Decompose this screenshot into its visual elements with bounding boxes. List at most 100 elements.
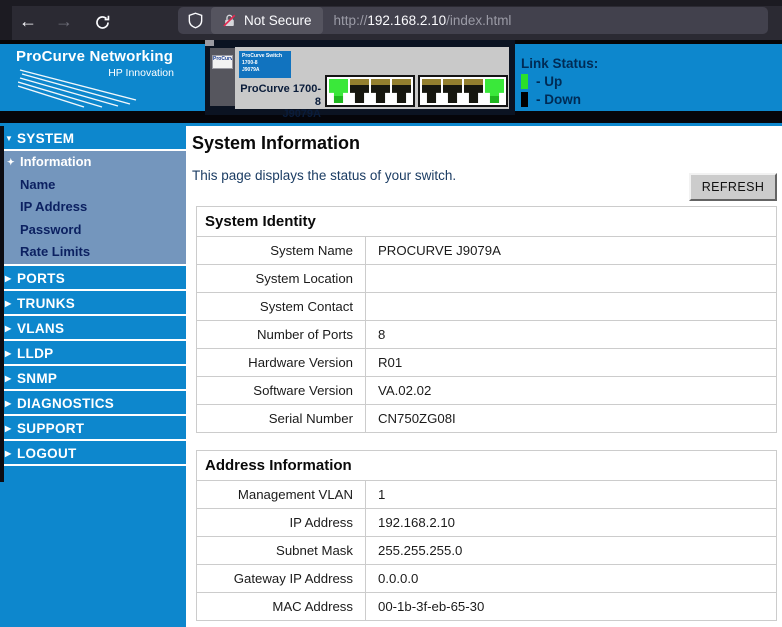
legend-label: - Up	[536, 74, 562, 89]
switch-port-8-up	[485, 79, 504, 103]
sidebar-left-black-edge	[0, 126, 4, 482]
url-scheme: http://	[334, 13, 368, 28]
row-value: CN750ZG08I	[366, 405, 777, 433]
chevron-down-icon: ▼	[5, 126, 13, 151]
switch-port-6-down	[443, 79, 462, 103]
sidebar-item-label: LLDP	[17, 346, 53, 361]
row-value: 255.255.255.0	[366, 537, 777, 565]
switch-port-3-down	[371, 79, 390, 103]
reload-button[interactable]	[88, 9, 116, 35]
sidebar-item-diagnostics[interactable]: ▶DIAGNOSTICS	[0, 391, 186, 416]
forward-button[interactable]: →	[50, 9, 78, 35]
switch-left-panel: ProCurve	[210, 48, 235, 106]
switch-port-5-down	[422, 79, 441, 103]
procurve-banner: ProCurve Networking HP Innovation ProCur…	[0, 44, 782, 111]
sidebar-item-logout[interactable]: ▶LOGOUT	[0, 441, 186, 466]
row-label: Subnet Mask	[197, 537, 366, 565]
sidebar-item-system[interactable]: ▼ SYSTEM	[0, 126, 186, 151]
table-address-information: Address InformationManagement VLAN1IP Ad…	[196, 450, 777, 621]
reload-icon	[94, 14, 111, 31]
switch-model-line1: ProCurve 1700-8	[235, 83, 321, 108]
table-row: MAC Address00-1b-3f-eb-65-30	[197, 593, 777, 621]
submenu-item-rate-limits[interactable]: Rate Limits	[0, 241, 186, 264]
sidebar-item-label: SYSTEM	[17, 131, 74, 146]
port-group-1	[325, 75, 415, 107]
row-label: System Contact	[197, 293, 366, 321]
submenu-item-password[interactable]: Password	[0, 219, 186, 242]
switch-model-line2: J9079A	[235, 108, 321, 121]
switch-port-2-down	[350, 79, 369, 103]
sidebar-item-snmp[interactable]: ▶SNMP	[0, 366, 186, 391]
sidebar-item-label: DIAGNOSTICS	[17, 396, 114, 411]
row-value: 00-1b-3f-eb-65-30	[366, 593, 777, 621]
sidebar-item-trunks[interactable]: ▶ TRUNKS	[0, 291, 186, 316]
page-description: This page displays the status of your sw…	[192, 168, 456, 183]
table-section-title: Address Information	[197, 451, 777, 481]
legend-label: - Down	[536, 92, 581, 107]
frame-notch	[205, 40, 214, 46]
submenu-item-label: Password	[20, 222, 81, 237]
chevron-right-icon: ▶	[5, 416, 11, 441]
back-button[interactable]: ←	[14, 9, 42, 35]
table-row: System Contact	[197, 293, 777, 321]
legend-row--down: - Down	[521, 91, 598, 107]
address-bar[interactable]: Not Secure http://192.168.2.10/index.htm…	[178, 7, 768, 34]
row-value: PROCURVE J9079A	[366, 237, 777, 265]
sidebar: ▼ SYSTEM✦ Information Name IP Address Passwor…	[0, 126, 186, 627]
sidebar-item-vlans[interactable]: ▶VLANS	[0, 316, 186, 341]
table-row: System NamePROCURVE J9079A	[197, 237, 777, 265]
page-title: System Information	[192, 133, 360, 154]
switch-label-line: J9079A	[242, 67, 288, 74]
row-value	[366, 265, 777, 293]
submenu-item-label: Name	[20, 177, 55, 192]
active-item-bullet-icon: ✦	[7, 151, 15, 174]
main-content: System Information This page displays th…	[190, 126, 782, 627]
security-chip-label: Not Secure	[244, 13, 312, 28]
table-system-identity: System IdentitySystem NamePROCURVE J9079…	[196, 206, 777, 433]
table-row: IP Address192.168.2.10	[197, 509, 777, 537]
sidebar-item-label: SUPPORT	[17, 421, 84, 436]
switch-label-line: 1700-8	[242, 60, 288, 67]
sidebar-item-ports[interactable]: ▶ PORTS	[0, 266, 186, 291]
switch-graphic: ProCurve ProCurve Switch1700-8J9079A Pro…	[205, 40, 515, 115]
sidebar-item-lldp[interactable]: ▶ LLDP	[0, 341, 186, 366]
sidebar-item-label: TRUNKS	[17, 296, 75, 311]
url-path: /index.html	[446, 13, 511, 28]
shield-icon[interactable]	[187, 12, 204, 29]
sidebar-item-support[interactable]: ▶ SUPPORT	[0, 416, 186, 441]
refresh-button[interactable]: REFRESH	[689, 173, 777, 201]
sidebar-item-label: VLANS	[17, 321, 64, 336]
submenu-item-name[interactable]: Name	[0, 174, 186, 197]
table-row: Management VLAN1	[197, 481, 777, 509]
chevron-right-icon: ▶	[5, 341, 11, 366]
switch-ports	[325, 75, 508, 107]
window-left-edge	[0, 0, 12, 40]
chevron-right-icon: ▶	[5, 266, 11, 291]
table-row: Gateway IP Address0.0.0.0	[197, 565, 777, 593]
security-chip[interactable]: Not Secure	[211, 7, 323, 34]
row-value	[366, 293, 777, 321]
table-row: Number of Ports8	[197, 321, 777, 349]
table-section-title: System Identity	[197, 207, 777, 237]
row-value: 8	[366, 321, 777, 349]
row-value: R01	[366, 349, 777, 377]
port-group-2	[418, 75, 508, 107]
submenu-item-ip-address[interactable]: IP Address	[0, 196, 186, 219]
submenu-item-information[interactable]: ✦ Information	[0, 151, 186, 174]
row-label: MAC Address	[197, 593, 366, 621]
table-row: Software VersionVA.02.02	[197, 377, 777, 405]
switch-port-4-down	[392, 79, 411, 103]
table-row: System Location	[197, 265, 777, 293]
submenu-item-label: Information	[20, 154, 92, 169]
row-label: IP Address	[197, 509, 366, 537]
url-text[interactable]: http://192.168.2.10/index.html	[334, 13, 512, 28]
row-value: 1	[366, 481, 777, 509]
sidebar-item-label: PORTS	[17, 271, 65, 286]
row-label: System Name	[197, 237, 366, 265]
switch-faceplate: ProCurve Switch1700-8J9079A ProCurve 170…	[235, 47, 509, 109]
table-row: Serial NumberCN750ZG08I	[197, 405, 777, 433]
chevron-right-icon: ▶	[5, 291, 11, 316]
swoosh-lines-icon	[18, 60, 178, 108]
row-label: Serial Number	[197, 405, 366, 433]
row-label: Hardware Version	[197, 349, 366, 377]
